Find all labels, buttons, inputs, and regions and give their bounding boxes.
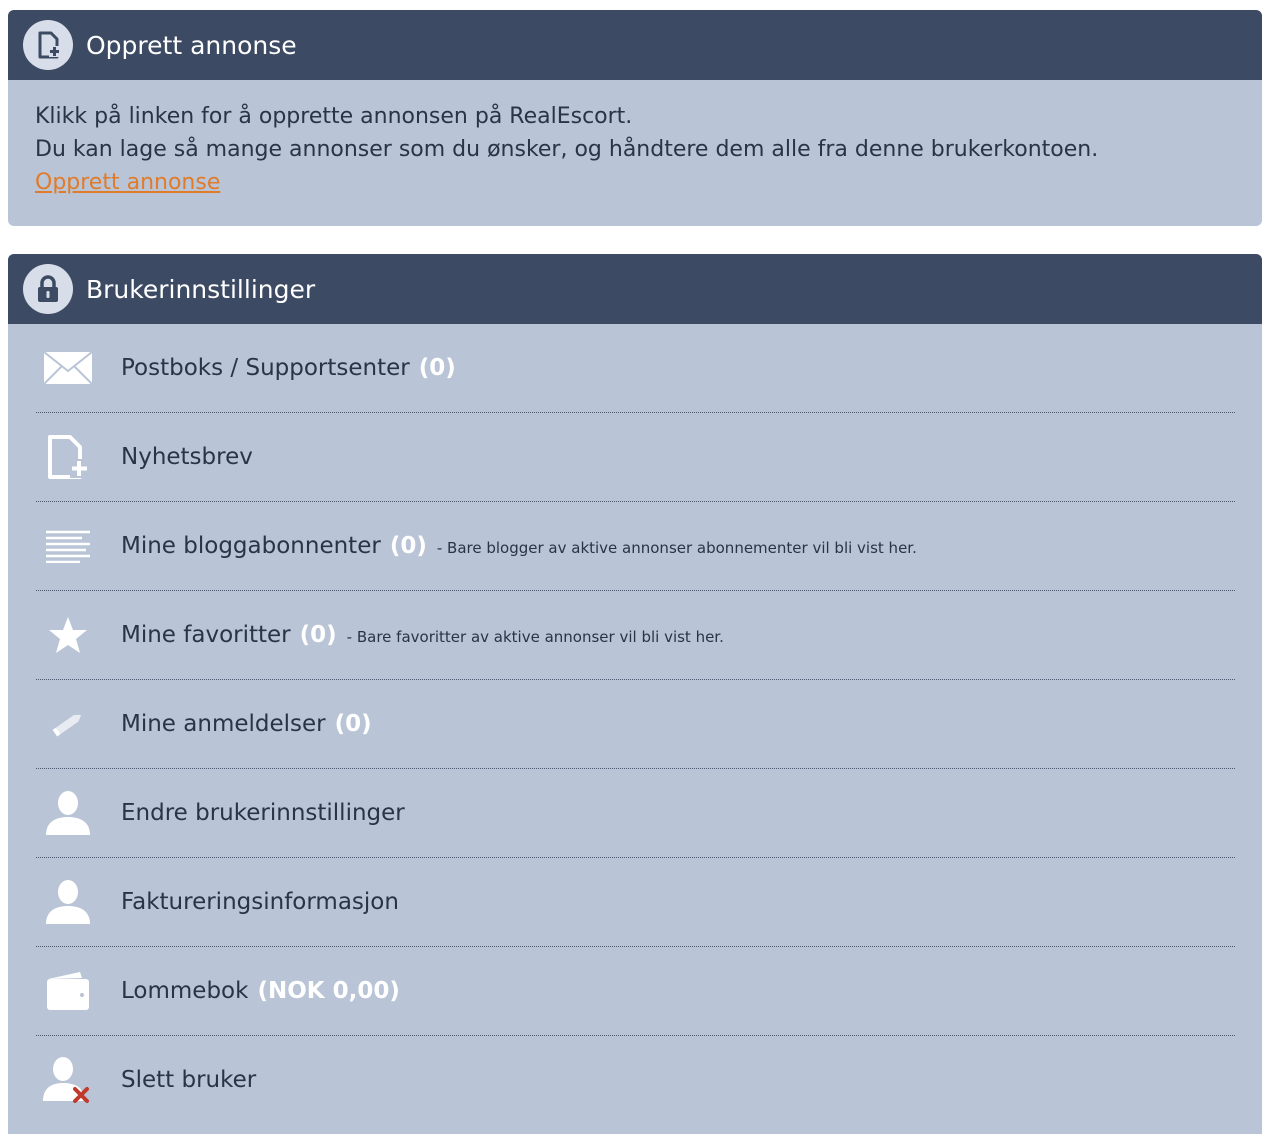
settings-item-note: - Bare blogger av aktive annonser abonne… xyxy=(436,538,917,557)
create-ad-text-line2: Du kan lage så mange annonser som du øns… xyxy=(35,137,1099,162)
settings-item-edit-account[interactable]: Endre brukerinnstillinger xyxy=(36,769,1235,858)
create-ad-link[interactable]: Opprett annonse xyxy=(35,166,220,199)
settings-item-label: Lommebok xyxy=(121,978,249,1004)
settings-item-label: Slett bruker xyxy=(121,1067,257,1093)
star-icon xyxy=(40,607,96,663)
settings-list: Postboks / Supportsenter (0) Nyhetsbrev xyxy=(8,324,1262,1124)
user-delete-icon xyxy=(40,1052,96,1108)
settings-item-label: Endre brukerinnstillinger xyxy=(121,800,405,826)
settings-item-label: Faktureringsinformasjon xyxy=(121,889,399,915)
create-ad-text-line1: Klikk på linken for å opprette annonsen … xyxy=(35,104,633,129)
settings-item-reviews[interactable]: Mine anmeldelser (0) xyxy=(36,680,1235,769)
settings-item-note: - Bare favoritter av aktive annonser vil… xyxy=(346,627,724,646)
settings-item-delete-account[interactable]: Slett bruker xyxy=(36,1036,1235,1124)
settings-item-label: Nyhetsbrev xyxy=(121,444,253,470)
user-icon xyxy=(40,785,96,841)
user-icon xyxy=(40,874,96,930)
settings-item-newsletter[interactable]: Nyhetsbrev xyxy=(36,413,1235,502)
document-add-icon xyxy=(23,20,73,70)
settings-item-count: (0) xyxy=(299,622,337,648)
settings-item-count: (0) xyxy=(389,533,427,559)
settings-header: Brukerinnstillinger xyxy=(8,254,1262,324)
settings-item-favorites[interactable]: Mine favoritter (0) - Bare favoritter av… xyxy=(36,591,1235,680)
create-ad-header: Opprett annonse xyxy=(8,10,1262,80)
settings-item-count: (0) xyxy=(418,355,456,381)
settings-item-billing-info[interactable]: Faktureringsinformasjon xyxy=(36,858,1235,947)
envelope-icon xyxy=(40,340,96,396)
settings-item-wallet[interactable]: Lommebok (NOK 0,00) xyxy=(36,947,1235,1036)
create-ad-title: Opprett annonse xyxy=(86,30,297,60)
create-ad-panel: Opprett annonse Klikk på linken for å op… xyxy=(8,10,1262,226)
pencil-icon xyxy=(40,696,96,752)
settings-title: Brukerinnstillinger xyxy=(86,274,316,304)
settings-item-blog-subscribers[interactable]: Mine bloggabonnenter (0) - Bare blogger … xyxy=(36,502,1235,591)
settings-item-count: (NOK 0,00) xyxy=(257,978,400,1004)
settings-item-label: Mine anmeldelser xyxy=(121,711,326,737)
settings-item-inbox[interactable]: Postboks / Supportsenter (0) xyxy=(36,324,1235,413)
settings-item-label: Postboks / Supportsenter xyxy=(121,355,410,381)
text-lines-icon xyxy=(40,518,96,574)
lock-icon xyxy=(23,264,73,314)
settings-item-label: Mine favoritter xyxy=(121,622,291,648)
wallet-icon xyxy=(40,963,96,1019)
settings-panel: Brukerinnstillinger Postboks / Supportse… xyxy=(8,254,1262,1134)
settings-item-label: Mine bloggabonnenter xyxy=(121,533,381,559)
document-add-icon xyxy=(40,429,96,485)
settings-item-count: (0) xyxy=(334,711,372,737)
